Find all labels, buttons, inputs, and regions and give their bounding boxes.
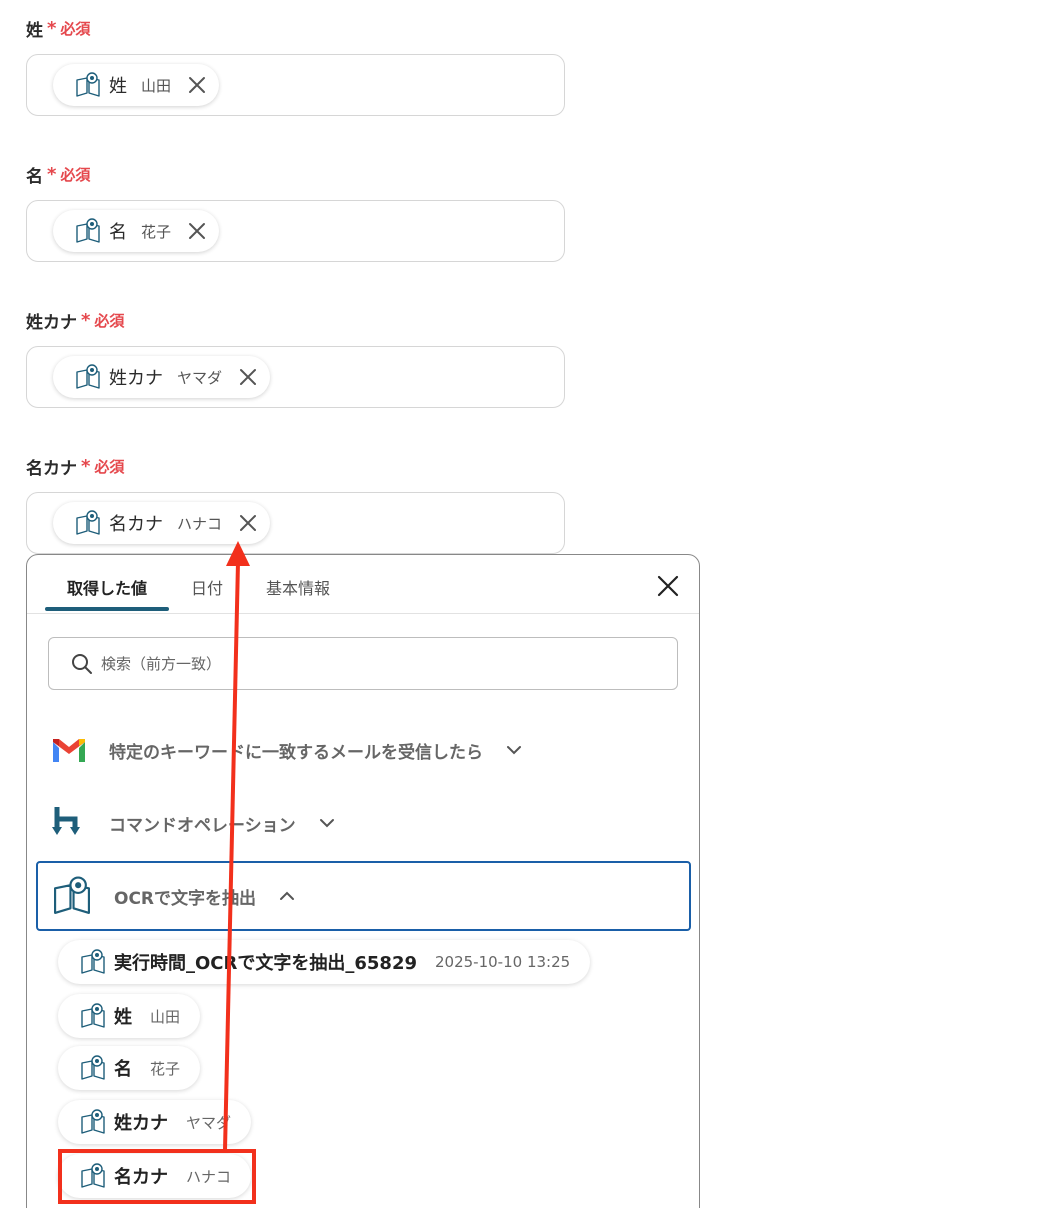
chevron-down-icon[interactable] [505, 741, 523, 759]
tab-acquired-values[interactable]: 取得した値 [67, 575, 147, 599]
chip-name: 名カナ [109, 514, 163, 535]
value-chip[interactable]: 名カナ ハナコ [53, 502, 271, 544]
close-icon[interactable] [655, 573, 681, 599]
chevron-up-icon[interactable] [278, 887, 296, 905]
section-title: コマンドオペレーション [109, 815, 296, 836]
field-label-text: 姓 [26, 21, 43, 41]
ocr-book-icon [75, 364, 101, 390]
chip-value: 山田 [141, 76, 172, 95]
close-icon[interactable] [187, 75, 207, 95]
value-text: 2025-10-10 13:25 [435, 953, 571, 971]
close-icon[interactable] [238, 367, 258, 387]
field-label-text: 名 [26, 167, 43, 187]
chip-value: ヤマダ [177, 368, 223, 387]
value-text: 山田 [150, 1007, 181, 1026]
ocr-book-icon [80, 1055, 106, 1081]
chip-value: ハナコ [177, 514, 223, 533]
ocr-book-icon [75, 72, 101, 98]
close-icon[interactable] [187, 221, 207, 241]
sei-kana-input-field[interactable]: 姓カナ ヤマダ [26, 346, 565, 408]
chip-name: 姓 [109, 76, 127, 97]
value-item-mei[interactable]: 名 花子 [58, 1046, 201, 1090]
tab-date[interactable]: 日付 [191, 575, 223, 599]
sei-input-field[interactable]: 姓 山田 [26, 54, 565, 116]
gmail-icon [53, 739, 85, 762]
value-chip[interactable]: 姓カナ ヤマダ [53, 356, 271, 398]
command-operation-icon [52, 807, 80, 835]
value-item-execution-time[interactable]: 実行時間_OCRで文字を抽出_65829 2025-10-10 13:25 [58, 940, 591, 984]
section-title: OCRで文字を抽出 [114, 888, 257, 909]
field-label-mei-kana: 名カナ * 必須 [26, 454, 124, 479]
value-name: 姓カナ [114, 1113, 168, 1134]
ocr-book-icon [75, 218, 101, 244]
field-label-sei: 姓 * 必須 [26, 16, 90, 41]
search-icon [72, 653, 92, 674]
tabs-divider [27, 613, 699, 614]
required-star: * [81, 456, 91, 477]
field-label-sei-kana: 姓カナ * 必須 [26, 308, 124, 333]
value-name: 姓 [114, 1007, 132, 1028]
value-chip[interactable]: 名 花子 [53, 210, 220, 252]
value-name: 実行時間_OCRで文字を抽出_65829 [114, 953, 417, 974]
chip-name: 姓カナ [109, 368, 163, 389]
chevron-down-icon[interactable] [318, 814, 336, 832]
tab-basic-info[interactable]: 基本情報 [266, 575, 330, 599]
section-ocr[interactable]: OCRで文字を抽出 [36, 861, 691, 931]
value-text: ヤマダ [186, 1113, 232, 1132]
value-item-sei-kana[interactable]: 姓カナ ヤマダ [58, 1100, 252, 1144]
required-text: 必須 [60, 20, 91, 38]
annotation-highlight-box [58, 1149, 256, 1204]
section-gmail-trigger[interactable]: 特定のキーワードに一致するメールを受信したら [51, 728, 523, 772]
search-box[interactable] [48, 637, 678, 690]
close-icon[interactable] [238, 513, 258, 533]
required-star: * [47, 164, 57, 185]
ocr-book-icon [80, 949, 106, 975]
search-input[interactable] [101, 654, 621, 673]
section-title: 特定のキーワードに一致するメールを受信したら [109, 742, 483, 763]
mei-kana-input-field[interactable]: 名カナ ハナコ [26, 492, 565, 554]
chip-value: 花子 [141, 222, 172, 241]
ocr-book-icon [80, 1003, 106, 1029]
required-text: 必須 [94, 458, 125, 476]
field-label-text: 名カナ [26, 459, 77, 479]
value-name: 名 [114, 1059, 132, 1080]
ocr-book-icon [75, 510, 101, 536]
required-text: 必須 [94, 312, 125, 330]
mei-input-field[interactable]: 名 花子 [26, 200, 565, 262]
ocr-book-icon [52, 876, 92, 916]
chip-name: 名 [109, 222, 127, 243]
field-label-text: 姓カナ [26, 313, 77, 333]
value-text: 花子 [150, 1059, 181, 1078]
value-item-sei[interactable]: 姓 山田 [58, 994, 201, 1038]
required-text: 必須 [60, 166, 91, 184]
field-label-mei: 名 * 必須 [26, 162, 90, 187]
value-chip[interactable]: 姓 山田 [53, 64, 220, 106]
ocr-book-icon [80, 1109, 106, 1135]
required-star: * [47, 18, 57, 39]
active-tab-indicator [45, 607, 169, 611]
section-command-operation[interactable]: コマンドオペレーション [51, 801, 336, 845]
required-star: * [81, 310, 91, 331]
